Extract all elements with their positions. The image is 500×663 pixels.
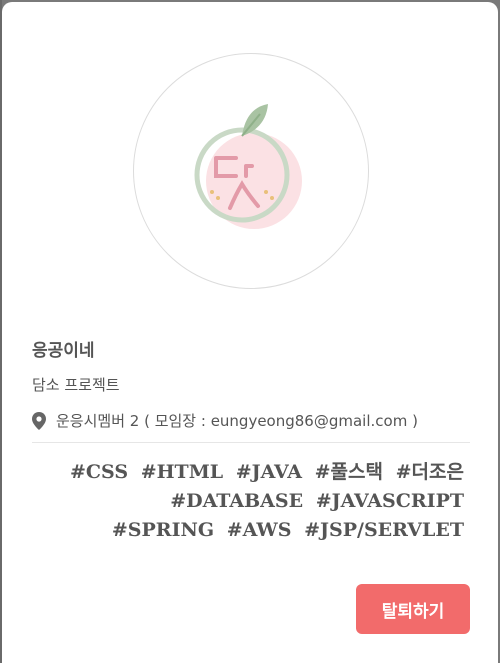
tag: #JAVASCRIPT (315, 490, 464, 512)
tag-list: #CSS #HTML #JAVA #풀스택 #더조은 #DATABASE #JA… (44, 458, 464, 545)
tag: #DATABASE (170, 490, 304, 512)
tag: #풀스택 (314, 461, 383, 483)
tag: #JSP/SERVLET (304, 519, 464, 541)
tag: #AWS (226, 519, 292, 541)
tag: #JAVA (235, 461, 302, 483)
group-name: 응공이네 (32, 341, 95, 361)
group-type: 담소 프로젝트 (32, 376, 120, 394)
divider (32, 442, 470, 443)
leave-group-button[interactable]: 탈퇴하기 (356, 584, 470, 634)
tag: #CSS (69, 461, 129, 483)
group-detail-modal: 응공이네 담소 프로젝트 운응시멤버 2 ( 모임장 : eungyeong86… (2, 2, 498, 663)
map-pin-icon (32, 411, 46, 430)
group-avatar (133, 53, 369, 289)
group-location: 운응시멤버 2 ( 모임장 : eungyeong86@gmail.com ) (32, 410, 472, 431)
peach-logo-icon (194, 104, 302, 229)
tag: #HTML (140, 461, 224, 483)
tag: #더조은 (395, 461, 464, 483)
tag: #SPRING (111, 519, 215, 541)
location-text: 운응시멤버 2 ( 모임장 : eungyeong86@gmail.com ) (56, 412, 418, 430)
